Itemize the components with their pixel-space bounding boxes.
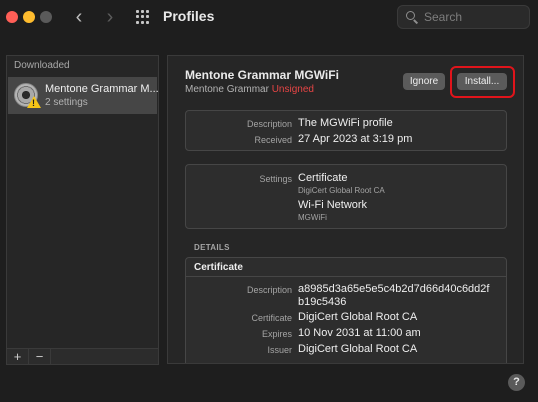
details-section-title: Certificate bbox=[186, 258, 506, 277]
search-input[interactable] bbox=[424, 10, 524, 24]
search-icon bbox=[406, 11, 419, 24]
sidebar-profile-item[interactable]: ! Mentone Grammar M... 2 settings bbox=[8, 77, 159, 114]
summary-box: Description The MGWiFi profile Received … bbox=[185, 110, 507, 151]
settings-certificate-title: Certificate bbox=[298, 172, 348, 184]
close-window-button[interactable] bbox=[6, 11, 18, 23]
profiles-sidebar: Downloaded ! Mentone Grammar M... 2 sett… bbox=[6, 55, 159, 365]
received-value: 27 Apr 2023 at 3:19 pm bbox=[298, 133, 413, 145]
description-value: The MGWiFi profile bbox=[298, 117, 393, 129]
details-description-line2: b19c5436 bbox=[298, 296, 347, 308]
sidebar-profile-name: Mentone Grammar M... bbox=[45, 82, 159, 95]
profile-organization: Mentone Grammar bbox=[185, 84, 269, 95]
settings-certificate-detail: DigiCert Global Root CA bbox=[298, 186, 385, 195]
sidebar-section-title: Downloaded bbox=[14, 60, 70, 71]
show-all-grid-icon[interactable] bbox=[136, 10, 150, 24]
settings-label: Settings bbox=[259, 174, 292, 184]
details-expires-value: 10 Nov 2031 at 11:00 am bbox=[298, 327, 421, 339]
ignore-button[interactable]: Ignore bbox=[403, 73, 445, 90]
profile-organization-line: Mentone Grammar Unsigned bbox=[185, 84, 314, 95]
details-certificate-value: DigiCert Global Root CA bbox=[298, 311, 418, 323]
profile-detail-pane: Mentone Grammar MGWiFi Mentone Grammar U… bbox=[167, 55, 524, 364]
back-chevron-icon[interactable]: ‹ bbox=[70, 6, 88, 28]
description-label: Description bbox=[246, 119, 292, 129]
settings-wifi-title: Wi-Fi Network bbox=[298, 199, 368, 211]
remove-profile-button[interactable]: − bbox=[29, 349, 51, 364]
details-box: Certificate Description a8985d3a65e5e5c4… bbox=[185, 257, 507, 363]
forward-chevron-icon[interactable]: › bbox=[101, 6, 119, 28]
profile-title: Mentone Grammar MGWiFi bbox=[185, 68, 339, 82]
settings-wifi-detail: MGWiFi bbox=[298, 213, 327, 222]
details-heading: DETAILS bbox=[194, 243, 230, 252]
window-title: Profiles bbox=[163, 8, 215, 24]
install-highlight-annotation bbox=[450, 66, 515, 98]
settings-gear-icon: ! bbox=[14, 82, 41, 109]
unsigned-status: Unsigned bbox=[271, 84, 314, 95]
sidebar-footer: + − bbox=[6, 348, 159, 365]
details-issuer-value: DigiCert Global Root CA bbox=[298, 343, 418, 355]
settings-box: Settings Certificate DigiCert Global Roo… bbox=[185, 164, 507, 229]
title-bar: ‹ › Profiles bbox=[0, 0, 538, 34]
details-expires-label: Expires bbox=[261, 329, 292, 339]
minimize-window-button[interactable] bbox=[23, 11, 35, 23]
zoom-window-button[interactable] bbox=[40, 11, 52, 23]
details-issuer-label: Issuer bbox=[267, 345, 292, 355]
details-description-line1: a8985d3a65e5e5c4b2d7d66d40c6dd2f bbox=[298, 283, 490, 295]
received-label: Received bbox=[254, 135, 292, 145]
sidebar-profile-subtitle: 2 settings bbox=[45, 96, 88, 108]
add-profile-button[interactable]: + bbox=[7, 349, 29, 364]
help-button[interactable]: ? bbox=[508, 374, 525, 391]
search-field[interactable] bbox=[397, 5, 530, 29]
details-description-label: Description bbox=[246, 285, 292, 295]
details-certificate-label: Certificate bbox=[251, 313, 292, 323]
